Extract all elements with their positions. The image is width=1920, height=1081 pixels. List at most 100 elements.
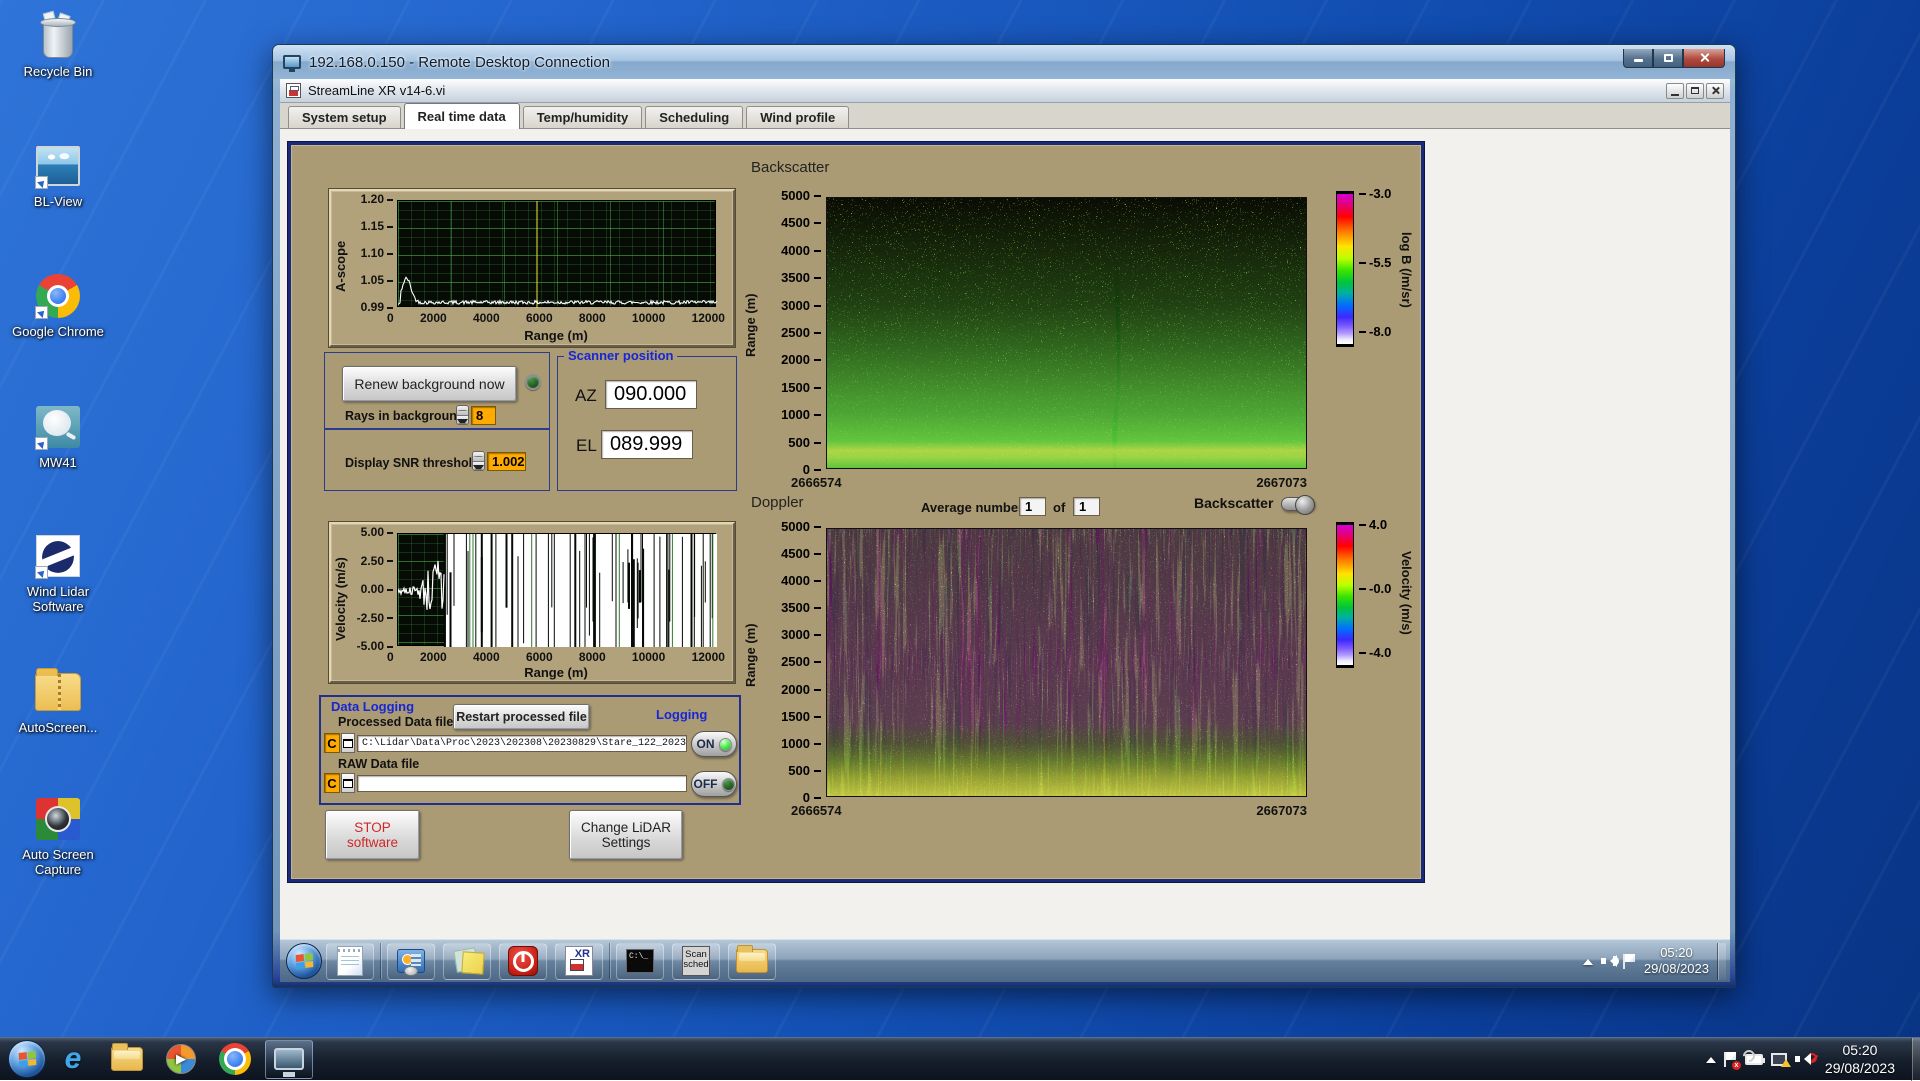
logging-off-button[interactable]: OFF: [691, 771, 737, 797]
host-taskbar-chrome[interactable]: [211, 1040, 259, 1079]
desktop-icon-mw41[interactable]: MW41: [10, 403, 106, 470]
tick-label: 6000: [525, 311, 553, 325]
desktop-icon-autoscreen-zip[interactable]: AutoScreen...: [10, 668, 106, 735]
velocity-plot-area[interactable]: [397, 533, 717, 647]
off-led-icon: [721, 777, 735, 791]
backscatter-toggle-switch[interactable]: [1281, 495, 1315, 515]
doppler-colorbar: [1336, 522, 1354, 668]
stop-software-button[interactable]: STOP software: [325, 810, 420, 860]
app-close-button[interactable]: [1706, 82, 1724, 99]
network-status-icon[interactable]: [1770, 1052, 1791, 1067]
on-label: ON: [696, 737, 715, 751]
app-titlebar[interactable]: StreamLine XR v14-6.vi: [280, 79, 1730, 103]
remote-taskbar-command-prompt[interactable]: C:\_: [616, 942, 664, 980]
tab-system-setup[interactable]: System setup: [288, 106, 401, 128]
auto-screen-capture-icon: [34, 795, 82, 843]
logging-on-button[interactable]: ON: [691, 731, 737, 757]
rdp-maximize-button[interactable]: [1653, 48, 1683, 68]
remote-taskbar-explorer[interactable]: [728, 942, 776, 980]
app-restore-button[interactable]: [1686, 82, 1704, 99]
remote-taskbar-sticky-notes[interactable]: [443, 942, 491, 980]
processed-drive-box[interactable]: C: [324, 733, 340, 753]
taskbar-divider: [380, 943, 381, 979]
processed-browse-icon[interactable]: [341, 733, 355, 753]
remote-volume-icon[interactable]: [1600, 955, 1619, 967]
shortcut-arrow-icon: [35, 176, 48, 189]
desktop-icon-google-chrome[interactable]: Google Chrome: [10, 272, 106, 339]
raw-path-field[interactable]: [357, 775, 687, 792]
remote-action-center-flag-icon[interactable]: [1622, 953, 1636, 969]
remote-taskbar-labview-xr[interactable]: XR: [555, 942, 603, 980]
average-number-field[interactable]: 1: [1019, 497, 1046, 516]
desktop-icon-wind-lidar[interactable]: Wind Lidar Software: [10, 532, 106, 614]
remote-start-button[interactable]: [286, 943, 322, 979]
chrome-icon: [219, 1043, 251, 1075]
a-scope-plot-area[interactable]: [397, 200, 718, 308]
remote-taskbar-scan-scheduler[interactable]: Scan sched: [672, 942, 720, 980]
app-minimize-button[interactable]: [1666, 82, 1684, 99]
host-taskbar-media-player[interactable]: [157, 1040, 205, 1079]
rdp-titlebar[interactable]: 192.168.0.150 - Remote Desktop Connectio…: [273, 45, 1735, 79]
desktop-icon-recycle-bin[interactable]: Recycle Bin: [10, 10, 106, 79]
doppler-colorbar-label: Velocity (m/s): [1399, 550, 1414, 635]
tick-label: 4000: [472, 650, 500, 664]
processed-data-file-label: Processed Data file: [338, 715, 454, 729]
tab-scheduling[interactable]: Scheduling: [645, 106, 744, 128]
desktop-icon-auto-screen-capture[interactable]: Auto Screen Capture: [10, 795, 106, 877]
host-taskbar-remote-desktop[interactable]: [265, 1039, 313, 1079]
average-of-field[interactable]: 1: [1073, 497, 1100, 516]
remote-taskbar-system-config[interactable]: [387, 942, 435, 980]
doppler-heatmap[interactable]: [826, 528, 1307, 797]
labview-vi-icon: [286, 83, 301, 98]
scanner-position-group: Scanner position AZ 090.000 EL 089.999: [557, 348, 737, 491]
az-value-field[interactable]: 090.000: [605, 380, 697, 409]
host-tray-expand-icon[interactable]: [1705, 1052, 1716, 1063]
snr-spinner[interactable]: [472, 451, 485, 471]
tab-temp-humidity[interactable]: Temp/humidity: [522, 106, 643, 128]
tick-label: -8.0: [1359, 325, 1391, 338]
backscatter-x-end: 2667073: [1256, 475, 1307, 490]
host-action-center-flag-icon[interactable]: x: [1723, 1051, 1741, 1070]
tab-wind-profile[interactable]: Wind profile: [746, 106, 850, 128]
tick-label: -4.0: [1359, 646, 1391, 659]
renew-background-button[interactable]: Renew background now: [342, 366, 517, 402]
main-panel: A-scope 1.20 1.15 1.10 1.05 0.99 0 2000 4000 60…: [288, 142, 1424, 882]
tab-real-time-data[interactable]: Real time data: [403, 103, 520, 129]
host-clock[interactable]: 05:20 29/08/2023: [1817, 1041, 1903, 1077]
change-lidar-settings-button[interactable]: Change LiDAR Settings: [569, 810, 683, 860]
backscatter-title: Backscatter: [751, 159, 830, 176]
el-value-field[interactable]: 089.999: [601, 430, 693, 459]
tick-label: 4500: [781, 216, 821, 229]
remote-taskbar-stop-app[interactable]: [499, 942, 547, 980]
rdp-close-button[interactable]: [1683, 48, 1725, 68]
remote-show-desktop-button[interactable]: [1717, 942, 1726, 980]
recycle-bin-icon: [34, 10, 82, 60]
snr-value-field[interactable]: 1.002: [487, 452, 526, 471]
host-start-button[interactable]: [8, 1040, 46, 1078]
rdp-minimize-button[interactable]: [1623, 48, 1653, 68]
rdp-client-area: StreamLine XR v14-6.vi System setup Real…: [280, 79, 1730, 982]
battery-power-icon[interactable]: [1744, 1053, 1765, 1065]
host-taskbar-internet-explorer[interactable]: e: [49, 1040, 97, 1079]
host-volume-muted-icon[interactable]: [1794, 1053, 1817, 1065]
remote-taskbar-notepad[interactable]: [326, 942, 374, 980]
raw-browse-icon[interactable]: [341, 773, 355, 793]
snr-threshold-label: Display SNR threshold: [345, 456, 480, 470]
taskbar-divider: [609, 943, 610, 979]
host-show-desktop-button[interactable]: [1911, 1037, 1920, 1081]
host-tray: x 05:20 29/08/2023: [1705, 1037, 1920, 1081]
host-taskbar-explorer[interactable]: [103, 1040, 151, 1079]
restart-processed-file-button[interactable]: Restart processed file: [453, 704, 590, 730]
backscatter-y-axis-label: Range (m): [743, 293, 758, 357]
rays-value-field[interactable]: 8: [471, 406, 496, 425]
remote-clock[interactable]: 05:20 29/08/2023: [1644, 945, 1709, 977]
desktop-icon-bl-view[interactable]: BL-View: [10, 142, 106, 209]
backscatter-heatmap[interactable]: [826, 197, 1307, 469]
remote-tray-expand-icon[interactable]: [1582, 954, 1593, 965]
power-stop-icon: [508, 946, 538, 976]
tick-label: 3000: [781, 628, 821, 641]
processed-path-field[interactable]: C:\Lidar\Data\Proc\2023\202308\20230829\…: [357, 735, 687, 752]
raw-drive-box[interactable]: C: [324, 773, 340, 793]
rays-spinner[interactable]: [456, 405, 469, 425]
velocity-y-axis-label: Velocity (m/s): [333, 557, 348, 641]
